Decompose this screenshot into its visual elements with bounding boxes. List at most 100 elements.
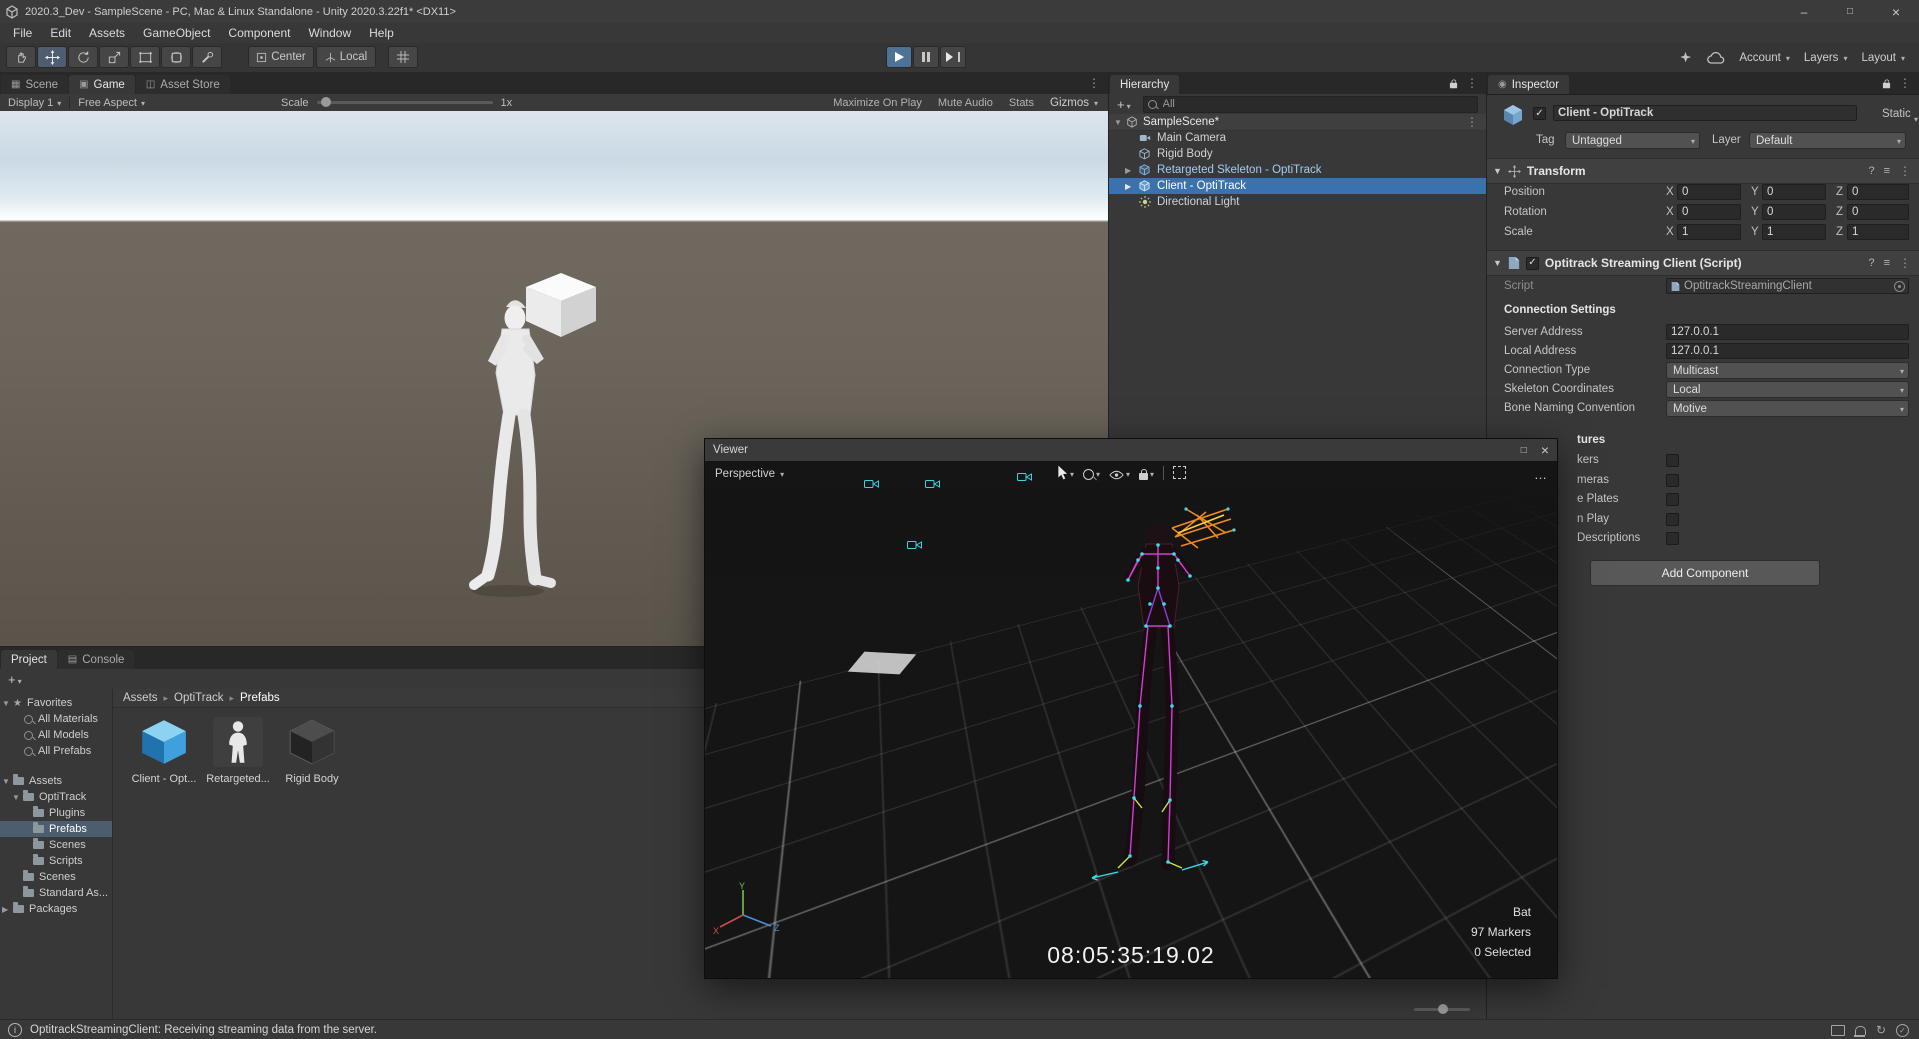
menu-window[interactable]: Window bbox=[299, 26, 360, 40]
presets-icon[interactable]: ≡ bbox=[1884, 257, 1890, 269]
gameobject-name-field[interactable] bbox=[1553, 105, 1857, 121]
hierarchy-item-client-optitrack[interactable]: ▶ Client - OptiTrack bbox=[1109, 178, 1486, 194]
play-button[interactable] bbox=[886, 46, 912, 68]
add-component-button[interactable]: Add Component bbox=[1590, 560, 1820, 586]
tab-hierarchy[interactable]: Hierarchy bbox=[1110, 75, 1179, 94]
asset-rigid-body[interactable]: Rigid Body bbox=[276, 715, 348, 785]
presets-icon[interactable]: ≡ bbox=[1884, 165, 1890, 177]
tree-optitrack[interactable]: ▼OptiTrack bbox=[0, 789, 112, 805]
visibility-tool-button[interactable] bbox=[1109, 466, 1130, 480]
foldout-arrow-icon[interactable]: ▼ bbox=[1493, 258, 1502, 268]
tree-scenes-sub[interactable]: Scenes bbox=[0, 837, 112, 853]
tree-all-prefabs[interactable]: All Prefabs bbox=[0, 743, 112, 759]
hand-tool-button[interactable] bbox=[6, 46, 36, 68]
static-dropdown-icon[interactable] bbox=[1914, 111, 1918, 125]
refresh-icon[interactable] bbox=[1876, 1023, 1886, 1037]
menu-edit[interactable]: Edit bbox=[41, 26, 80, 40]
thumbnail-size-slider[interactable] bbox=[1414, 1004, 1470, 1014]
tab-inspector[interactable]: ◉Inspector bbox=[1488, 75, 1569, 94]
foldout-arrow-icon[interactable]: ▼ bbox=[12, 793, 20, 802]
rect-tool-button[interactable] bbox=[130, 46, 160, 68]
scene-menu-icon[interactable] bbox=[1466, 115, 1478, 129]
menu-assets[interactable]: Assets bbox=[80, 26, 134, 40]
tab-menu-icon[interactable] bbox=[1899, 76, 1911, 90]
tab-project[interactable]: Project bbox=[1, 650, 57, 669]
create-button[interactable] bbox=[1117, 97, 1131, 112]
tree-scenes[interactable]: Scenes bbox=[0, 869, 112, 885]
scale-slider[interactable] bbox=[317, 101, 493, 104]
status-message[interactable]: OptitrackStreamingClient: Receiving stre… bbox=[30, 1024, 377, 1036]
viewer-titlebar[interactable]: Viewer bbox=[705, 439, 1557, 462]
scale-z-field[interactable] bbox=[1847, 224, 1909, 240]
breadcrumb-optitrack[interactable]: OptiTrack bbox=[174, 692, 223, 704]
rotation-y-field[interactable] bbox=[1762, 204, 1826, 220]
tree-favorites[interactable]: ▼Favorites bbox=[0, 695, 112, 711]
checkbox[interactable] bbox=[1666, 513, 1679, 526]
viewer-maximize-button[interactable] bbox=[1521, 442, 1527, 458]
maximize-button[interactable] bbox=[1827, 0, 1873, 23]
slider-knob[interactable] bbox=[1438, 1004, 1448, 1014]
cache-server-icon[interactable] bbox=[1831, 1025, 1845, 1036]
maximize-on-play-toggle[interactable]: Maximize On Play bbox=[833, 97, 922, 109]
rotate-tool-button[interactable] bbox=[68, 46, 98, 68]
checkbox[interactable] bbox=[1666, 493, 1679, 506]
pause-button[interactable] bbox=[913, 46, 939, 68]
checkbox[interactable] bbox=[1666, 532, 1679, 545]
stats-toggle[interactable]: Stats bbox=[1009, 97, 1034, 109]
lock-tool-button[interactable] bbox=[1139, 466, 1154, 480]
menu-file[interactable]: File bbox=[4, 26, 41, 40]
hierarchy-item-retargeted-skeleton[interactable]: ▶ Retargeted Skeleton - OptiTrack bbox=[1109, 162, 1486, 178]
tree-prefabs[interactable]: Prefabs bbox=[0, 821, 112, 837]
menu-gameobject[interactable]: GameObject bbox=[134, 26, 219, 40]
foldout-arrow-icon[interactable]: ▼ bbox=[2, 699, 10, 708]
tree-scripts[interactable]: Scripts bbox=[0, 853, 112, 869]
foldout-arrow-icon[interactable]: ▼ bbox=[1493, 166, 1502, 176]
lock-icon[interactable] bbox=[1450, 83, 1457, 89]
scale-slider-knob[interactable] bbox=[321, 97, 331, 107]
lock-icon[interactable] bbox=[1883, 83, 1890, 89]
rotation-z-field[interactable] bbox=[1847, 204, 1909, 220]
help-icon[interactable]: ? bbox=[1868, 165, 1874, 177]
collab-icon[interactable] bbox=[1678, 50, 1693, 65]
motive-viewer-window[interactable]: Viewer bbox=[704, 438, 1558, 979]
connection-type-dropdown[interactable]: Multicast bbox=[1666, 362, 1909, 379]
hierarchy-item-main-camera[interactable]: Main Camera bbox=[1109, 130, 1486, 146]
marquee-select-button[interactable] bbox=[1173, 466, 1186, 479]
checkbox[interactable] bbox=[1666, 454, 1679, 467]
account-dropdown[interactable]: Account bbox=[1739, 52, 1790, 64]
transform-tool-button[interactable] bbox=[161, 46, 191, 68]
hierarchy-item-rigid-body[interactable]: Rigid Body bbox=[1109, 146, 1486, 162]
menu-help[interactable]: Help bbox=[360, 26, 403, 40]
notifications-icon[interactable] bbox=[1855, 1026, 1866, 1035]
server-address-field[interactable] bbox=[1666, 324, 1909, 340]
expand-arrow-icon[interactable]: ▶ bbox=[1125, 182, 1131, 191]
viewer-close-button[interactable] bbox=[1541, 442, 1549, 458]
layers-dropdown[interactable]: Layers bbox=[1804, 52, 1848, 64]
move-tool-button[interactable] bbox=[37, 46, 67, 68]
close-button[interactable] bbox=[1873, 0, 1919, 23]
position-y-field[interactable] bbox=[1762, 184, 1826, 200]
local-address-field[interactable] bbox=[1666, 343, 1909, 359]
optitrack-component-header[interactable]: ▼ Optitrack Streaming Client (Script) ? … bbox=[1487, 250, 1919, 276]
mute-audio-toggle[interactable]: Mute Audio bbox=[938, 97, 993, 109]
breadcrumb-prefabs[interactable]: Prefabs bbox=[240, 692, 280, 704]
foldout-arrow-icon[interactable]: ▶ bbox=[2, 905, 8, 914]
tree-packages[interactable]: ▶Packages bbox=[0, 901, 112, 917]
scale-y-field[interactable] bbox=[1762, 224, 1826, 240]
tree-assets[interactable]: ▼Assets bbox=[0, 773, 112, 789]
layer-dropdown[interactable]: Default bbox=[1749, 132, 1906, 149]
rotation-x-field[interactable] bbox=[1677, 204, 1741, 220]
tab-console[interactable]: ▤Console bbox=[58, 650, 135, 669]
component-enabled-checkbox[interactable] bbox=[1526, 257, 1539, 270]
display-dropdown[interactable]: Display 1 bbox=[0, 97, 69, 109]
tab-menu-icon[interactable] bbox=[1088, 76, 1100, 90]
bone-naming-dropdown[interactable]: Motive bbox=[1666, 400, 1909, 417]
checkbox[interactable] bbox=[1666, 474, 1679, 487]
cloud-icon[interactable] bbox=[1707, 52, 1725, 64]
viewer-viewport[interactable]: Y Z X Perspective bbox=[705, 461, 1557, 978]
tree-all-materials[interactable]: All Materials bbox=[0, 711, 112, 727]
help-icon[interactable]: ? bbox=[1868, 257, 1874, 269]
script-reference-field[interactable]: OptitrackStreamingClient bbox=[1666, 278, 1909, 294]
scene-header-row[interactable]: ▼ SampleScene* bbox=[1109, 114, 1486, 131]
tree-standard-assets[interactable]: Standard As... bbox=[0, 885, 112, 901]
